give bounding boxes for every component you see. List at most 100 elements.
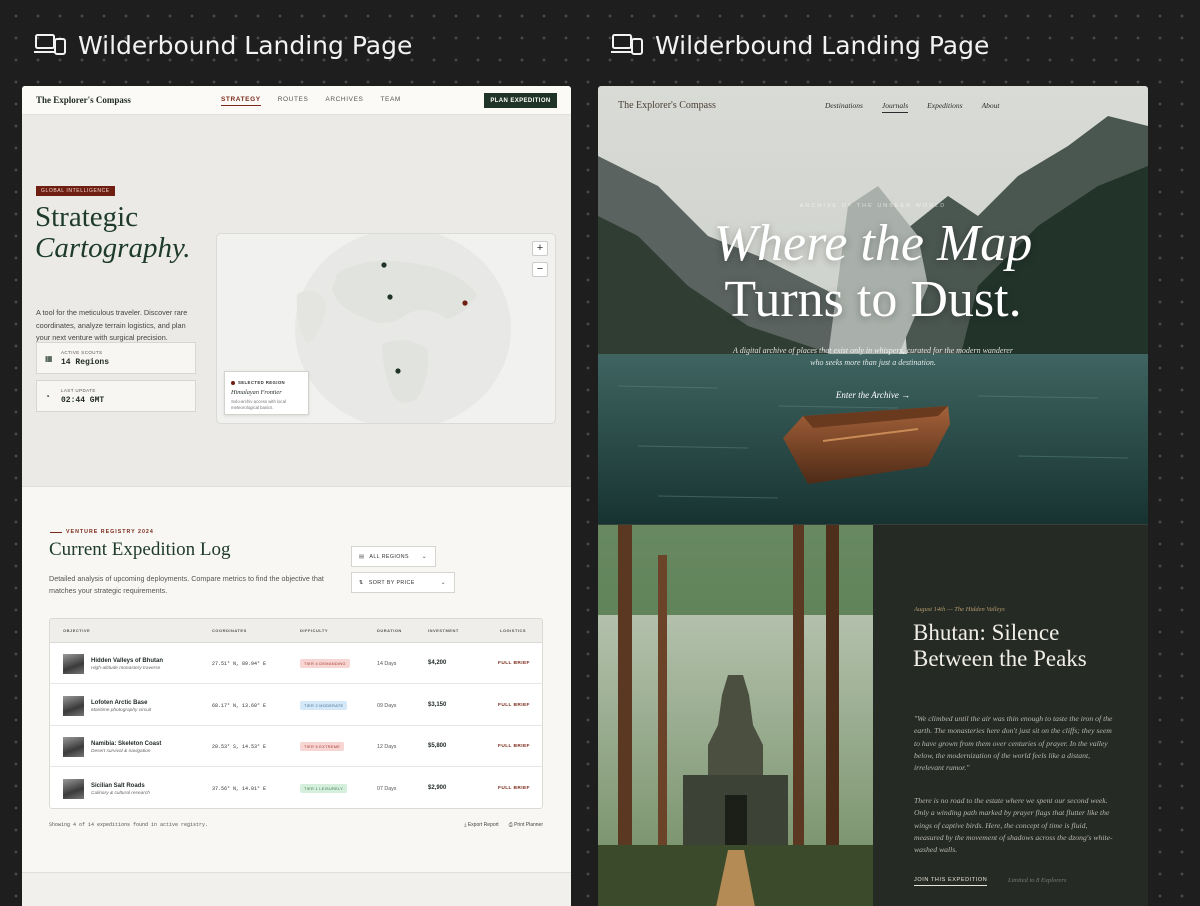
- nav-item-routes[interactable]: ROUTES: [278, 96, 309, 106]
- nav-item-archives[interactable]: ARCHIVES: [325, 96, 363, 106]
- table-footer-count: Showing 4 of 14 expeditions found in act…: [49, 822, 209, 828]
- devices-icon: [34, 34, 66, 55]
- export-label: Export Report: [467, 822, 499, 828]
- story-meta: August 14th — The Hidden Valleys: [914, 606, 1005, 613]
- grid-icon: ▦: [45, 354, 53, 363]
- table-row[interactable]: Hidden Valleys of Bhutan High-altitude mo…: [50, 643, 542, 684]
- full-brief-link[interactable]: FULL BRIEF: [498, 703, 530, 708]
- duration: 09 Days: [377, 702, 397, 709]
- region-filter-dropdown[interactable]: ▤ ALL REGIONS ⌄: [351, 546, 436, 567]
- brand-logo[interactable]: The Explorer's Compass: [36, 95, 131, 105]
- col-investment[interactable]: INVESTMENT: [428, 628, 459, 633]
- right-frame[interactable]: The Explorer's Compass Destinations Jour…: [598, 86, 1148, 906]
- price: $3,150: [428, 701, 447, 708]
- left-frame[interactable]: The Explorer's Compass STRATEGY ROUTES A…: [22, 86, 571, 906]
- difficulty-badge: TIER 1 LEISURELY: [300, 783, 348, 793]
- top-nav: The Explorer's Compass STRATEGY ROUTES A…: [22, 86, 571, 115]
- world-map[interactable]: + − SELECTED REGION Himalayan Frontier S…: [216, 233, 556, 424]
- frame-title: Wilderbound Landing Page: [655, 30, 990, 60]
- full-brief-link[interactable]: FULL BRIEF: [498, 661, 530, 666]
- explorer-limit-note: Limited to 8 Explorers: [1008, 877, 1067, 884]
- zoom-in-button[interactable]: +: [532, 241, 548, 256]
- devices-icon: [611, 34, 643, 55]
- stat-value: 14 Regions: [61, 358, 110, 367]
- frame-label-right: Wilderbound Landing Page: [611, 30, 989, 60]
- nav-item-strategy[interactable]: STRATEGY: [221, 96, 261, 106]
- destination-name: Sicilian Salt Roads: [91, 782, 145, 789]
- destination-thumbnail: [63, 654, 84, 674]
- story-body: There is no road to the estate where we …: [914, 796, 1113, 855]
- col-logistics[interactable]: LOGISTICS: [500, 628, 526, 633]
- print-planner-link[interactable]: ⎙ Print Planner: [509, 822, 543, 828]
- nav-menu: STRATEGY ROUTES ARCHIVES TEAM: [221, 96, 401, 106]
- plan-expedition-button[interactable]: PLAN EXPEDITION: [484, 93, 557, 108]
- stat-value: 02:44 GMT: [61, 396, 105, 405]
- destination-thumbnail: [63, 778, 84, 799]
- hero-title-italic: Cartography.: [35, 232, 191, 264]
- hero-title-italic: Where the Map: [713, 215, 1033, 272]
- hero-section: The Explorer's Compass Destinations Jour…: [598, 86, 1148, 524]
- join-expedition-link[interactable]: JOIN THIS EXPEDITION: [914, 877, 988, 886]
- difficulty-badge: TIER 2 MODERATE: [300, 700, 348, 710]
- map-pin: [387, 294, 393, 300]
- registry-eyebrow: VENTURE REGISTRY 2024: [50, 529, 154, 535]
- registry-section: VENTURE REGISTRY 2024 Current Expedition…: [22, 486, 571, 872]
- nav-item-expeditions[interactable]: Expeditions: [927, 101, 962, 113]
- destination-subtitle: Maritime photography circuit: [91, 707, 152, 713]
- price: $4,200: [428, 660, 447, 666]
- coordinates: 37.56° N, 14.01° E: [212, 785, 267, 792]
- destination-subtitle: High-altitude monastery traverse: [91, 666, 161, 671]
- print-label: Print Planner: [514, 822, 543, 828]
- destination-name: Namibia: Skeleton Coast: [91, 741, 162, 747]
- col-objective[interactable]: OBJECTIVE: [63, 628, 90, 633]
- full-brief-link[interactable]: FULL BRIEF: [498, 786, 530, 791]
- coordinates: 68.17° N, 13.60° E: [212, 702, 267, 709]
- nav-item-team[interactable]: TEAM: [380, 96, 400, 106]
- sort-icon: ⇅: [359, 579, 364, 586]
- full-brief-link[interactable]: FULL BRIEF: [498, 744, 530, 749]
- col-difficulty[interactable]: DIFFICULTY: [300, 628, 328, 633]
- duration: 12 Days: [377, 744, 397, 750]
- coordinates: 20.53° S, 14.53° E: [212, 744, 267, 750]
- popup-note: Solo-archiv access with local meteorolog…: [231, 399, 286, 410]
- hero-section: GLOBAL INTELLIGENCE Strategic Cartograph…: [22, 115, 571, 486]
- stat-card-update: ◔ LAST UPDATE 02:44 GMT: [36, 380, 196, 412]
- nav-item-journals[interactable]: Journals: [881, 101, 909, 113]
- price: $5,800: [428, 743, 447, 749]
- map-pin-selected: [462, 300, 468, 306]
- temple-forest-image: [598, 525, 873, 906]
- eyebrow-text: VENTURE REGISTRY 2024: [66, 529, 154, 535]
- stat-caption: ACTIVE SCOUTS: [61, 350, 103, 355]
- popup-dot: [231, 381, 235, 385]
- table-header: OBJECTIVE COORDINATES DIFFICULTY DURATIO…: [50, 619, 542, 643]
- destination-subtitle: Desert survival & navigation: [91, 749, 151, 754]
- temple-illustration: [598, 525, 873, 906]
- col-coordinates[interactable]: COORDINATES: [212, 628, 247, 633]
- destination-name: Lofoten Arctic Base: [91, 699, 148, 706]
- export-report-link[interactable]: ⤓ Export Report: [464, 822, 498, 828]
- enter-archive-link[interactable]: Enter the Archive →: [598, 390, 1148, 400]
- hero-title: Turns to Dust.: [724, 271, 1022, 328]
- nav-item-destinations[interactable]: Destinations: [825, 101, 863, 113]
- stat-caption: LAST UPDATE: [61, 388, 96, 393]
- nav-item-about[interactable]: About: [982, 101, 1000, 113]
- brand-logo[interactable]: The Explorer's Compass: [618, 100, 716, 111]
- table-row[interactable]: Lofoten Arctic Base Maritime photography …: [50, 685, 542, 726]
- nav-menu: Destinations Journals Expeditions About: [825, 101, 1000, 113]
- table-row[interactable]: Sicilian Salt Roads Culinary & cultural r…: [50, 768, 542, 808]
- registry-subtitle: Detailed analysis of upcoming deployment…: [49, 574, 324, 595]
- map-popup[interactable]: SELECTED REGION Himalayan Frontier Solo-…: [224, 371, 309, 415]
- duration: 07 Days: [377, 785, 397, 792]
- sort-dropdown[interactable]: ⇅ SORT BY PRICE ⌄: [351, 572, 455, 593]
- map-pin: [395, 368, 401, 374]
- col-duration[interactable]: DURATION: [377, 628, 402, 633]
- table-row[interactable]: Namibia: Skeleton Coast Desert survival &…: [50, 726, 542, 767]
- difficulty-badge: TIER 4 DEMANDING: [300, 659, 350, 668]
- story-title: Bhutan: Silence Between the Peaks: [913, 620, 1087, 671]
- dropdown-value: ALL REGIONS: [369, 553, 409, 560]
- next-section: [22, 872, 571, 906]
- journal-story-section: August 14th — The Hidden Valleys Bhutan:…: [598, 524, 1148, 906]
- zoom-out-button[interactable]: −: [532, 262, 548, 277]
- chevron-down-icon: ⌄: [440, 580, 446, 586]
- filter-icon: ▤: [359, 553, 365, 560]
